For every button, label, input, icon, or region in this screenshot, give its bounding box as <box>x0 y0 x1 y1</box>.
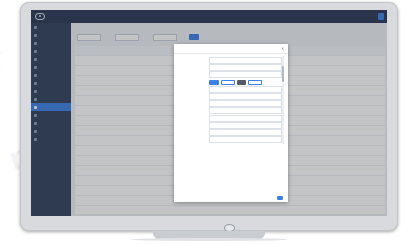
option-chip[interactable] <box>221 79 235 85</box>
form-row <box>178 107 282 115</box>
monitor-frame: × <box>20 2 398 232</box>
form-row <box>178 79 282 86</box>
screen: × <box>31 10 387 216</box>
field-value[interactable] <box>209 107 282 115</box>
option-chip[interactable] <box>237 79 246 85</box>
field-value[interactable] <box>209 121 282 129</box>
modal-scrollbar[interactable] <box>282 56 284 144</box>
stand-shadow <box>130 238 288 241</box>
field-value[interactable] <box>209 64 282 72</box>
field-value[interactable] <box>209 114 282 122</box>
field-value[interactable] <box>209 71 282 79</box>
form-row <box>178 64 282 72</box>
form-row <box>178 71 282 79</box>
form-row <box>178 100 282 108</box>
watermark: r <box>0 38 10 80</box>
form-row <box>178 114 282 122</box>
field-value[interactable] <box>209 93 282 101</box>
field-value[interactable] <box>209 128 282 136</box>
form-row <box>178 128 282 136</box>
detail-modal: × <box>174 44 288 202</box>
divider <box>174 53 288 54</box>
option-chip-selected[interactable] <box>209 79 219 85</box>
field-value[interactable] <box>209 136 282 144</box>
field-value[interactable] <box>209 57 282 65</box>
field-value[interactable] <box>209 85 282 93</box>
option-group <box>209 79 282 85</box>
modal-action-button[interactable] <box>277 196 283 200</box>
detail-form <box>178 57 282 144</box>
field-value[interactable] <box>209 100 282 108</box>
form-row <box>178 57 282 65</box>
form-row <box>178 136 282 144</box>
form-row <box>178 93 282 101</box>
form-row <box>178 121 282 129</box>
close-icon[interactable]: × <box>281 46 284 51</box>
scrollbar-thumb[interactable] <box>282 66 284 82</box>
form-row <box>178 85 282 93</box>
option-chip[interactable] <box>248 79 262 85</box>
